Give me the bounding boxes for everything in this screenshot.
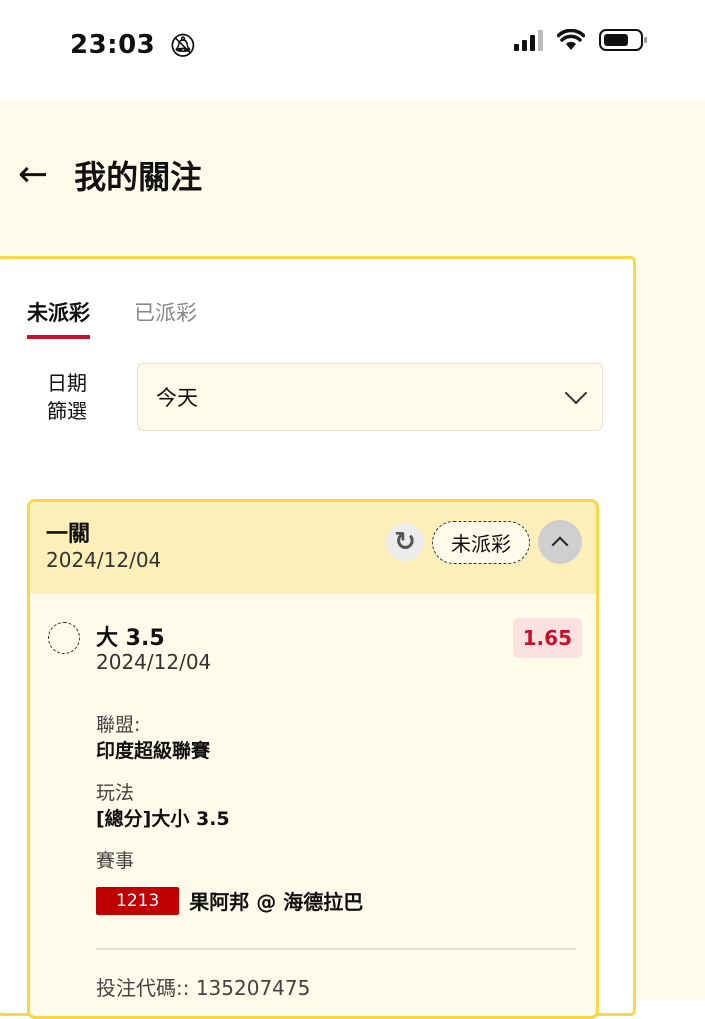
header: ← 我的關注 bbox=[18, 152, 202, 198]
date-filter-label: 日期 篩選 bbox=[47, 371, 87, 423]
chevron-up-icon[interactable] bbox=[538, 520, 582, 564]
date-filter-value: 今天 bbox=[156, 386, 198, 410]
refresh-icon[interactable]: ↻ bbox=[386, 523, 424, 561]
bet-type: 一關 bbox=[46, 522, 91, 547]
play-value: [總分]大小 3.5 bbox=[96, 808, 230, 830]
status-badge: 未派彩 bbox=[432, 520, 530, 564]
match-name: 果阿邦 @ 海德拉巴 bbox=[189, 890, 364, 914]
divider bbox=[96, 948, 576, 950]
bet-card-header[interactable]: 一關 2024/12/04 ↻ 未派彩 bbox=[30, 502, 596, 594]
status-time: 23:03 🔕︎ bbox=[70, 30, 197, 60]
time-text: 23:03 bbox=[70, 30, 156, 60]
odds-badge: 1.65 bbox=[512, 618, 582, 658]
page: ← 我的關注 未派彩 已派彩 日期 篩選 今天 一關 2024/12/04 ↻ bbox=[0, 100, 705, 1019]
bet-code: 投注代碼:: 135207475 bbox=[96, 976, 311, 1000]
chevron-down-icon bbox=[564, 381, 588, 405]
bet-actions: ↻ 未派彩 bbox=[386, 520, 582, 564]
selection-status-icon bbox=[48, 622, 80, 654]
match-id-badge: 1213 bbox=[96, 886, 180, 915]
league-label: 聯盟: bbox=[96, 714, 141, 736]
status-bar: 23:03 🔕︎ bbox=[0, 0, 705, 100]
league-value: 印度超級聯賽 bbox=[96, 740, 211, 762]
play-label: 玩法 bbox=[96, 782, 135, 804]
tab-unsettled[interactable]: 未派彩 bbox=[27, 297, 90, 339]
battery-icon bbox=[599, 28, 649, 52]
status-icons bbox=[514, 28, 649, 52]
selection-name: 大 3.5 bbox=[96, 626, 165, 651]
match-row: 1213 果阿邦 @ 海德拉巴 bbox=[96, 886, 363, 915]
bell-slash-icon: 🔕︎ bbox=[168, 34, 198, 59]
tab-bar: 未派彩 已派彩 bbox=[27, 297, 197, 339]
date-filter: 日期 篩選 今天 bbox=[43, 363, 603, 431]
bet-date: 2024/12/04 bbox=[46, 548, 162, 572]
tab-settled[interactable]: 已派彩 bbox=[134, 297, 197, 339]
wifi-icon bbox=[557, 29, 585, 51]
selection-date: 2024/12/04 bbox=[96, 650, 212, 674]
page-title: 我的關注 bbox=[74, 158, 203, 196]
cellular-signal-icon bbox=[514, 29, 543, 51]
bet-card: 一關 2024/12/04 ↻ 未派彩 大 3.5 2024/12/04 1.6… bbox=[27, 499, 599, 1019]
date-filter-select[interactable]: 今天 bbox=[137, 363, 603, 431]
match-label: 賽事 bbox=[96, 850, 135, 872]
back-arrow-icon[interactable]: ← bbox=[18, 157, 48, 193]
bets-card: 未派彩 已派彩 日期 篩選 今天 一關 2024/12/04 ↻ 未派彩 大 3… bbox=[0, 256, 636, 1019]
